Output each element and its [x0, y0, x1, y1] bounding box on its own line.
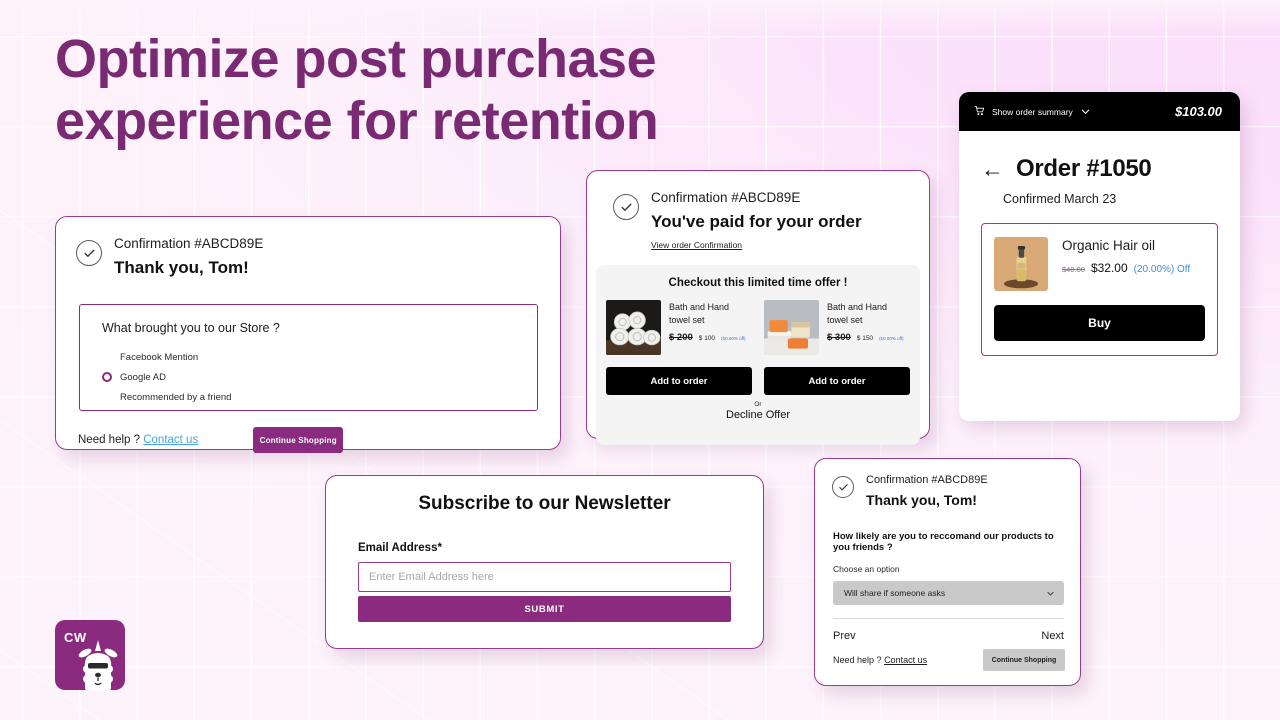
order-discount: (20.00%) Off [1133, 264, 1191, 275]
order-total: $103.00 [1175, 104, 1222, 119]
page-title: Optimize post purchase experience for re… [55, 28, 659, 152]
show-order-summary-button[interactable]: Show order summary [974, 105, 1091, 118]
offer-heading: Checkout this limited time offer ! [668, 277, 848, 289]
offer-panel: Checkout this limited time offer ! Bath … [596, 265, 920, 445]
confirmation-header: Confirmation #ABCD89E Thank you, Tom! [76, 234, 538, 280]
thank-you-title: Thank you, Tom! [114, 258, 249, 277]
add-to-order-button-2[interactable]: Add to order [764, 367, 910, 395]
order-product-name: Organic Hair oil [1062, 238, 1156, 253]
paid-title: You've paid for your order [651, 212, 862, 231]
confirmation-header: Confirmation #ABCD89E Thank you, Tom! [832, 472, 1080, 510]
hair-oil-image [994, 237, 1048, 291]
email-field-label: Email Address* [358, 542, 442, 554]
order-card: Show order summary $103.00 ← Order #1050… [959, 92, 1240, 421]
orange-soap-image [764, 300, 819, 355]
nps-survey-card: Confirmation #ABCD89E Thank you, Tom! Ho… [814, 458, 1081, 686]
confirmation-id: Confirmation #ABCD89E [866, 474, 988, 486]
decline-offer-link[interactable]: Decline Offer [606, 409, 910, 421]
survey-option-recommended-by-friend[interactable]: Recommended by a friend [102, 389, 537, 405]
survey-option-facebook-mention[interactable]: Facebook Mention [102, 349, 537, 365]
confirmation-id: Confirmation #ABCD89E [651, 190, 801, 205]
choose-option-label: Choose an option [833, 564, 900, 574]
offer-old-price: $ 200 [669, 332, 693, 343]
brand-logo: CW [55, 620, 125, 690]
next-button[interactable]: Next [1041, 630, 1064, 642]
survey-question: What brought you to our Store ? [102, 321, 280, 335]
back-arrow-icon[interactable]: ← [981, 157, 1004, 181]
contact-us-link[interactable]: Contact us [884, 655, 927, 665]
offer-new-price: $ 150 [856, 335, 874, 342]
confirmation-header: Confirmation #ABCD89E You've paid for yo… [613, 188, 929, 253]
offer-product-2: Bath and Hand towel set $ 300 $ 150 (50.… [764, 300, 910, 355]
rolled-towels-image [606, 300, 661, 355]
offer-product-1: Bath and Hand towel set $ 200 $ 100 (50.… [606, 300, 752, 355]
offer-new-price: $ 100 [698, 335, 716, 342]
survey-option-label: Facebook Mention [120, 351, 199, 363]
offer-old-price: $ 300 [827, 332, 851, 343]
need-help-label: Need help ? [78, 434, 141, 446]
order-product-card: Organic Hair oil $40.00 $32.00 (20.00%) … [981, 223, 1218, 356]
offer-discount: (50.00% off) [721, 336, 746, 341]
newsletter-card: Subscribe to our Newsletter Email Addres… [325, 475, 764, 649]
survey-option-label: Recommended by a friend [120, 391, 232, 403]
offer-product-name: Bath and Hand towel set [827, 302, 888, 325]
need-help-line: Need help ? Contact us [833, 655, 927, 665]
nps-question: How likely are you to reccomand our prod… [833, 531, 1054, 553]
continue-shopping-button[interactable]: Continue Shopping [983, 649, 1065, 671]
offer-card: Confirmation #ABCD89E You've paid for yo… [586, 170, 930, 445]
order-new-price: $32.00 [1090, 261, 1128, 275]
confirmation-id: Confirmation #ABCD89E [114, 236, 264, 251]
nps-option-select[interactable]: Will share if someone asks [833, 581, 1064, 605]
survey-option-list: Facebook Mention Google AD Recommended b… [102, 349, 537, 405]
survey-option-google-ad[interactable]: Google AD [102, 369, 537, 385]
order-title: Order #1050 [1016, 155, 1152, 182]
order-top-bar: Show order summary $103.00 [959, 92, 1240, 131]
add-to-order-button-1[interactable]: Add to order [606, 367, 752, 395]
radio-selected-icon [102, 372, 112, 382]
contact-us-link[interactable]: Contact us [143, 434, 198, 446]
llama-mascot-icon [78, 640, 118, 690]
check-circle-icon [832, 476, 854, 498]
show-order-summary-label: Show order summary [992, 106, 1073, 117]
buy-button[interactable]: Buy [994, 305, 1205, 341]
continue-shopping-button[interactable]: Continue Shopping [253, 427, 344, 453]
newsletter-title: Subscribe to our Newsletter [418, 493, 671, 514]
offer-product-name: Bath and Hand towel set [669, 302, 730, 325]
page-title-line-2: experience for retention [55, 91, 659, 151]
check-circle-icon [76, 240, 102, 266]
need-help-line: Need help ? Contact us [78, 434, 198, 446]
or-separator: Or [754, 401, 762, 408]
order-old-price: $40.00 [1062, 265, 1085, 274]
prev-button[interactable]: Prev [833, 630, 856, 642]
nps-navigation: Prev Next [833, 618, 1064, 642]
check-circle-icon [613, 194, 639, 220]
chevron-down-icon [1081, 109, 1090, 114]
page-title-line-1: Optimize post purchase [55, 29, 657, 89]
thank-you-card: Confirmation #ABCD89E Thank you, Tom! Wh… [55, 216, 561, 453]
survey-option-label: Google AD [120, 371, 166, 383]
nps-selected-value: Will share if someone asks [844, 588, 946, 598]
order-confirmed-date: Confirmed March 23 [1003, 192, 1117, 206]
newsletter-submit-button[interactable]: SUBMIT [358, 596, 731, 622]
email-input[interactable] [358, 562, 731, 592]
cart-icon [974, 105, 985, 118]
thank-you-title: Thank you, Tom! [866, 492, 977, 508]
need-help-label: Need help ? [833, 655, 882, 665]
chevron-down-icon [1047, 591, 1054, 595]
offer-discount: (50.00% off) [879, 336, 904, 341]
survey-box: What brought you to our Store ? Facebook… [79, 304, 538, 411]
view-order-confirmation-link[interactable]: View order Confirmation [651, 240, 742, 250]
